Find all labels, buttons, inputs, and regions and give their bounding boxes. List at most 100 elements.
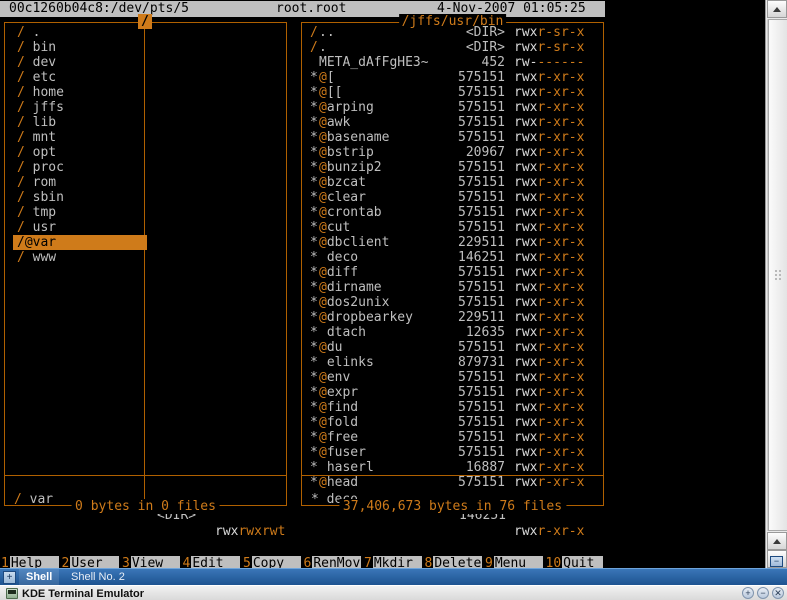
left-list-item[interactable]: / sbin — [5, 190, 286, 205]
taskbar-button-konsole[interactable]: KDE Terminal Emulator — [2, 586, 148, 600]
right-list-item[interactable]: * @fold 575151 rwxr-xr-x — [302, 415, 603, 430]
right-list-item-size: 575151 — [458, 160, 505, 175]
left-list-item[interactable]: / jffs — [5, 100, 286, 115]
left-list-item[interactable]: / home — [5, 85, 286, 100]
scroll-up-button-bottom[interactable] — [767, 532, 787, 550]
window-minimize-button[interactable]: − — [770, 556, 783, 567]
left-list-item[interactable]: / opt — [5, 145, 286, 160]
right-list-item-permissions: rwxr-xr-x — [514, 145, 585, 160]
terminal-scrollbar[interactable] — [765, 0, 787, 568]
symlink-icon: @ — [319, 145, 327, 160]
right-list-item[interactable]: * @dos2unix 575151 rwxr-xr-x — [302, 295, 603, 310]
taskbar-window-list[interactable]: KDE Terminal Emulator + − ✕ — [0, 585, 787, 600]
left-list-item[interactable]: / etc — [5, 70, 286, 85]
right-file-list[interactable]: /.. <DIR> rwxr-sr-x /. <DIR> rwxr-sr-x META_dA… — [302, 25, 603, 490]
right-list-item[interactable]: * @fuser 575151 rwxr-xr-x — [302, 445, 603, 460]
right-list-item-name: META_dAfFgHE3~ — [319, 55, 429, 70]
right-list-item-name: @dirname — [319, 280, 382, 295]
right-list-item[interactable]: * @dirname 575151 rwxr-xr-x — [302, 280, 603, 295]
scrollbar-thumb[interactable] — [768, 19, 787, 531]
right-list-item[interactable]: * @diff 575151 rwxr-xr-x — [302, 265, 603, 280]
terminal-surface[interactable]: 00c1260b04c8:/dev/pts/5 root.root 4-Nov-… — [0, 0, 765, 598]
symlink-icon: @ — [319, 445, 327, 460]
right-list-item[interactable]: * @du 575151 rwxr-xr-x — [302, 340, 603, 355]
close-button[interactable]: ✕ — [772, 587, 784, 599]
right-list-item[interactable]: * @clear 575151 rwxr-xr-x — [302, 190, 603, 205]
right-list-item-size: 452 — [481, 55, 505, 70]
konsole-tab-bar[interactable]: + Shell Shell No. 2 − — [0, 556, 787, 586]
right-list-item[interactable]: * @awk 575151 rwxr-xr-x — [302, 115, 603, 130]
left-list-item[interactable]: / dev — [5, 55, 286, 70]
right-list-item-name: @[ — [319, 70, 335, 85]
symlink-icon: @ — [319, 415, 327, 430]
left-list-item[interactable]: / bin — [5, 40, 286, 55]
right-list-item[interactable]: * @basename 575151 rwxr-xr-x — [302, 130, 603, 145]
symlink-icon: @ — [319, 265, 327, 280]
right-list-item[interactable]: * @[575151 rwxr-xr-x — [302, 70, 603, 85]
scroll-up-button[interactable] — [767, 0, 787, 18]
file-panel-right[interactable]: /jffs/usr/bin /.. <DIR> rwxr-sr-x /. <DIR> rw… — [301, 14, 604, 539]
scrollbar-track[interactable] — [767, 19, 787, 531]
symlink-icon: @ — [319, 235, 327, 250]
right-list-item-name: @fold — [319, 415, 359, 430]
right-list-item-size: 575151 — [458, 100, 505, 115]
right-list-item[interactable]: * @dropbearkey 229511 rwxr-xr-x — [302, 310, 603, 325]
tab-shell-no-2[interactable]: Shell No. 2 — [64, 569, 132, 586]
right-list-item-permissions: rwxr-xr-x — [514, 400, 585, 415]
left-list-item-label: @var — [24, 235, 57, 250]
right-list-item[interactable]: * @cut 575151 rwxr-xr-x — [302, 220, 603, 235]
left-list-item[interactable]: / rom — [5, 175, 286, 190]
right-list-item-name: @fuser — [319, 445, 366, 460]
left-list-item[interactable]: /@var — [13, 235, 147, 250]
left-list-item[interactable]: / tmp — [5, 205, 286, 220]
left-list-item-label: rom — [24, 175, 57, 190]
left-list-item[interactable]: / . — [5, 25, 286, 40]
zoom-out-button[interactable]: − — [757, 587, 769, 599]
right-list-item[interactable]: * dtach 12635 rwxr-xr-x — [302, 325, 603, 340]
file-panel-left[interactable]: / / . / bin / dev / etc / home / jffs / lib / m… — [4, 14, 287, 539]
right-list-item[interactable]: * @dbclient 229511 rwxr-xr-x — [302, 235, 603, 250]
right-list-item[interactable]: /.. <DIR> rwxr-sr-x — [302, 25, 603, 40]
right-list-item[interactable]: /. <DIR> rwxr-sr-x — [302, 40, 603, 55]
right-list-item-permissions: rwxr-xr-x — [514, 250, 585, 265]
symlink-icon: @ — [319, 430, 327, 445]
right-panel-totals: 37,406,673 bytes in 76 files — [338, 499, 567, 514]
left-list-item[interactable]: / mnt — [5, 130, 286, 145]
left-list-item-label: dev — [24, 55, 57, 70]
left-list-item[interactable]: / proc — [5, 160, 286, 175]
right-list-item[interactable]: * @bunzip2 575151 rwxr-xr-x — [302, 160, 603, 175]
zoom-in-button[interactable]: + — [742, 587, 754, 599]
right-list-item-size: 229511 — [458, 310, 505, 325]
symlink-icon: @ — [319, 370, 327, 385]
new-tab-button[interactable]: + — [3, 571, 16, 584]
kde-taskbar[interactable]: + Shell Shell No. 2 − KDE Terminal Emula… — [0, 556, 787, 600]
shell-prompt-line[interactable]: / > — [0, 540, 57, 598]
tab-shell[interactable]: Shell — [19, 569, 60, 586]
right-list-item-size: 575151 — [458, 220, 505, 235]
right-list-item[interactable]: * @arping 575151 rwxr-xr-x — [302, 100, 603, 115]
right-list-item-permissions: rwxr-xr-x — [514, 385, 585, 400]
right-list-item[interactable]: * @free 575151 rwxr-xr-x — [302, 430, 603, 445]
left-list-item-label: home — [24, 85, 64, 100]
right-list-item[interactable]: * @crontab 575151 rwxr-xr-x — [302, 205, 603, 220]
right-list-item[interactable]: META_dAfFgHE3~ 452 rw------- — [302, 55, 603, 70]
dir-slash-icon: / — [17, 70, 25, 85]
right-list-item[interactable]: * haserl 16887 rwxr-xr-x — [302, 460, 603, 475]
left-list-item[interactable]: / lib — [5, 115, 286, 130]
right-list-item[interactable]: * @bstrip 20967 rwxr-xr-x — [302, 145, 603, 160]
taskbar-mini-buttons[interactable]: + − ✕ — [742, 587, 784, 599]
left-list-item[interactable]: / usr — [5, 220, 286, 235]
right-list-item-size: 575151 — [458, 85, 505, 100]
right-list-item[interactable]: * @expr 575151 rwxr-xr-x — [302, 385, 603, 400]
left-status-name: var — [29, 492, 54, 507]
right-list-item[interactable]: * deco 146251 rwxr-xr-x — [302, 250, 603, 265]
left-list-item[interactable]: / www — [5, 250, 286, 265]
right-list-item-name: . — [319, 40, 327, 55]
right-list-item[interactable]: * @find 575151 rwxr-xr-x — [302, 400, 603, 415]
left-file-list[interactable]: / . / bin / dev / etc / home / jffs / lib / mnt… — [5, 25, 286, 265]
symlink-icon: @ — [319, 175, 327, 190]
right-list-item[interactable]: * @[[575151 rwxr-xr-x — [302, 85, 603, 100]
right-list-item[interactable]: * elinks 879731 rwxr-xr-x — [302, 355, 603, 370]
right-list-item[interactable]: * @env 575151 rwxr-xr-x — [302, 370, 603, 385]
right-list-item[interactable]: * @bzcat 575151 rwxr-xr-x — [302, 175, 603, 190]
